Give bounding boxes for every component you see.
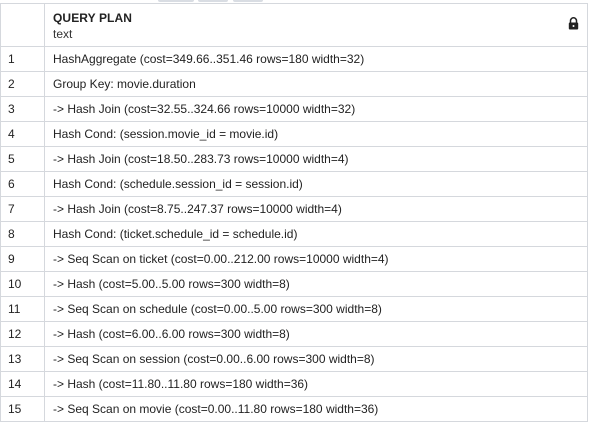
- query-plan-cell[interactable]: -> Hash (cost=11.80..11.80 rows=180 widt…: [45, 372, 588, 396]
- table-row[interactable]: 7 -> Hash Join (cost=8.75..247.37 rows=10…: [1, 197, 588, 222]
- query-plan-cell[interactable]: Group Key: movie.duration: [45, 72, 588, 96]
- table-row[interactable]: 12 -> Hash (cost=6.00..6.00 rows=300 widt…: [1, 322, 588, 347]
- table-row[interactable]: 9 -> Seq Scan on ticket (cost=0.00..212.0…: [1, 247, 588, 272]
- query-plan-cell[interactable]: -> Hash Join (cost=32.55..324.66 rows=10…: [45, 97, 588, 121]
- lock-icon: [568, 17, 579, 30]
- table-row[interactable]: 13 -> Seq Scan on session (cost=0.00..6.0…: [1, 347, 588, 372]
- row-number[interactable]: 1: [1, 47, 45, 71]
- table-row[interactable]: 2 Group Key: movie.duration: [1, 72, 588, 97]
- row-number[interactable]: 9: [1, 247, 45, 271]
- row-number[interactable]: 5: [1, 147, 45, 171]
- row-number[interactable]: 15: [1, 397, 45, 421]
- row-number-header[interactable]: [1, 4, 45, 46]
- query-plan-cell[interactable]: -> Hash Join (cost=8.75..247.37 rows=100…: [45, 197, 588, 221]
- row-number[interactable]: 8: [1, 222, 45, 246]
- table-row[interactable]: 14 -> Hash (cost=11.80..11.80 rows=180 wi…: [1, 372, 588, 397]
- query-plan-cell[interactable]: Hash Cond: (session.movie_id = movie.id): [45, 122, 588, 146]
- column-type: text: [53, 27, 73, 41]
- table-row[interactable]: 15 -> Seq Scan on movie (cost=0.00..11.80…: [1, 397, 588, 422]
- row-number[interactable]: 4: [1, 122, 45, 146]
- grid-body: 1 HashAggregate (cost=349.66..351.46 rows…: [1, 47, 588, 422]
- query-plan-cell[interactable]: -> Seq Scan on session (cost=0.00..6.00 …: [45, 347, 588, 371]
- tab-edge: [233, 0, 263, 2]
- row-number[interactable]: 13: [1, 347, 45, 371]
- table-row[interactable]: 8 Hash Cond: (ticket.schedule_id = schedu…: [1, 222, 588, 247]
- query-plan-cell[interactable]: Hash Cond: (schedule.session_id = sessio…: [45, 172, 588, 196]
- query-plan-cell[interactable]: Hash Cond: (ticket.schedule_id = schedul…: [45, 222, 588, 246]
- row-number[interactable]: 2: [1, 72, 45, 96]
- table-row[interactable]: 3 -> Hash Join (cost=32.55..324.66 rows=1…: [1, 97, 588, 122]
- row-number[interactable]: 11: [1, 297, 45, 321]
- tab-edge: [198, 0, 228, 2]
- query-plan-cell[interactable]: -> Seq Scan on schedule (cost=0.00..5.00…: [45, 297, 588, 321]
- row-number[interactable]: 14: [1, 372, 45, 396]
- table-row[interactable]: 10 -> Hash (cost=5.00..5.00 rows=300 widt…: [1, 272, 588, 297]
- query-plan-cell[interactable]: -> Hash (cost=5.00..5.00 rows=300 width=…: [45, 272, 588, 296]
- table-row[interactable]: 4 Hash Cond: (session.movie_id = movie.id…: [1, 122, 588, 147]
- row-number[interactable]: 12: [1, 322, 45, 346]
- tab-edge: [158, 0, 194, 2]
- query-plan-cell[interactable]: -> Hash (cost=6.00..6.00 rows=300 width=…: [45, 322, 588, 346]
- column-title: QUERY PLAN: [53, 11, 133, 25]
- table-row[interactable]: 1 HashAggregate (cost=349.66..351.46 rows…: [1, 47, 588, 72]
- query-plan-cell[interactable]: HashAggregate (cost=349.66..351.46 rows=…: [45, 47, 588, 71]
- row-number[interactable]: 7: [1, 197, 45, 221]
- table-row[interactable]: 5 -> Hash Join (cost=18.50..283.73 rows=1…: [1, 147, 588, 172]
- table-row[interactable]: 11 -> Seq Scan on schedule (cost=0.00..5.…: [1, 297, 588, 322]
- grid-header: QUERY PLAN text: [1, 4, 588, 47]
- row-number[interactable]: 6: [1, 172, 45, 196]
- row-number[interactable]: 3: [1, 97, 45, 121]
- query-plan-cell[interactable]: -> Hash Join (cost=18.50..283.73 rows=10…: [45, 147, 588, 171]
- query-plan-cell[interactable]: -> Seq Scan on ticket (cost=0.00..212.00…: [45, 247, 588, 271]
- table-row[interactable]: 6 Hash Cond: (schedule.session_id = sessi…: [1, 172, 588, 197]
- query-plan-cell[interactable]: -> Seq Scan on movie (cost=0.00..11.80 r…: [45, 397, 588, 421]
- column-header-query-plan[interactable]: QUERY PLAN text: [45, 4, 588, 46]
- results-grid: QUERY PLAN text 1 HashAggregate (cost=349…: [0, 3, 588, 422]
- row-number[interactable]: 10: [1, 272, 45, 296]
